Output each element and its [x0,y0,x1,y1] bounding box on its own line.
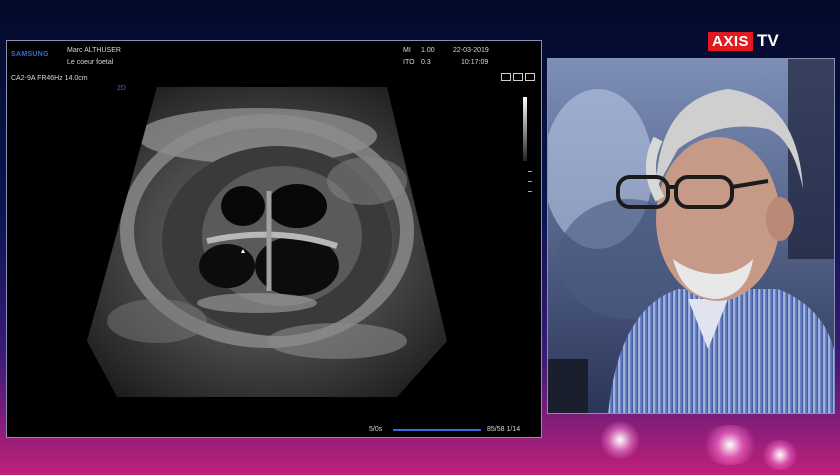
monitor-icon [513,73,523,81]
ultrasound-panel: SAMSUNG Marc ALTHUSER Le coeur foetal CA… [6,40,542,438]
ultrasound-scan-image [87,87,447,397]
depth-marker [528,171,532,172]
probe-info: CA2-9A FR46Hz 14.0cm [11,75,88,82]
exam-date: 22-03-2019 [453,47,489,54]
frame-counter-right: 85/58 1/14 [487,426,521,433]
grayscale-bar [523,97,527,161]
background-glow-3 [760,440,800,470]
logo-axis-text: AXIS [708,31,754,51]
cine-progress-bar[interactable] [393,429,481,431]
mi-value: 1.00 [421,47,435,54]
depth-marker [528,191,532,192]
speaker-video-panel [547,58,835,414]
depth-marker [528,181,532,182]
speaker-video-image [548,59,834,413]
logo-tv-text: TV [757,31,779,50]
background-glow-1 [600,420,640,460]
mi-label: MI [403,47,411,54]
ito-label: ITO [403,59,415,66]
probe-icon [501,73,511,81]
operator-name: Marc ALTHUSER [67,47,121,54]
settings-icon [525,73,535,81]
exam-time: 10:17:09 [461,59,489,66]
exam-title: Le coeur foetal [67,59,114,66]
mode-label: 2D [117,85,126,92]
channel-logo: AXIS TV [708,30,779,52]
frame-counter-left: 5/0s [369,426,383,433]
background-glow-2 [700,425,760,465]
samsung-brand-label: SAMSUNG [11,51,49,58]
ito-value: 0.3 [421,59,431,66]
